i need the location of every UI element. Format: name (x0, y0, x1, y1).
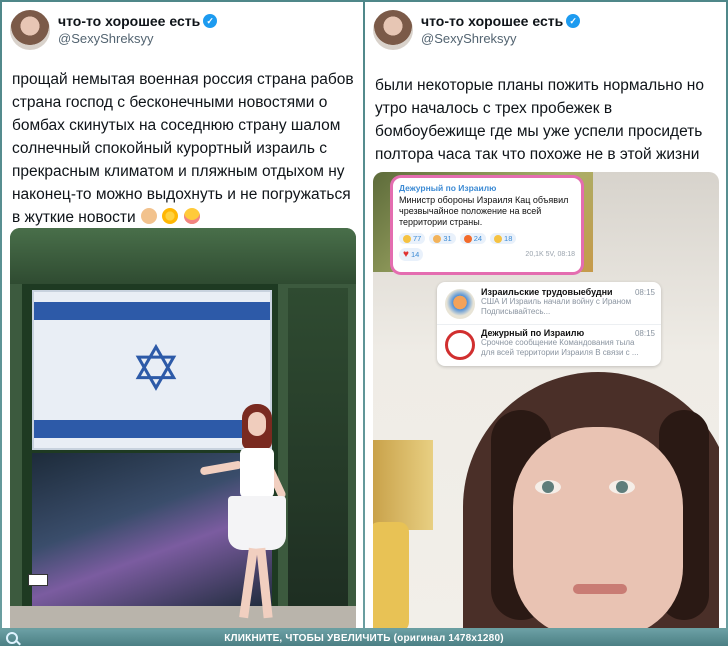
tweet-header: что-то хорошее есть ✓ @SexyShreksyy (373, 8, 581, 52)
enlarge-link[interactable]: КЛИКНИТЕ, ЧТОБЫ УВЕЛИЧИТЬ (оригинал 1478… (224, 633, 504, 644)
woman-figure (199, 404, 296, 624)
tweet-photo: Дежурный по Израилю Министр обороны Изра… (373, 172, 719, 628)
scream-icon (403, 234, 411, 243)
fire-icon (463, 234, 472, 243)
telegram-post-card: Дежурный по Израилю Министр обороны Изра… (393, 178, 581, 272)
folded-hands-icon (140, 208, 157, 224)
cry-icon (494, 234, 503, 243)
channel-avatar (445, 289, 475, 319)
handle: @SexyShreksyy (421, 31, 517, 46)
left-tweet-panel: что-то хорошее есть ✓ @SexyShreksyy прощ… (2, 2, 363, 628)
tweet-text: прощай немытая военная россия страна раб… (12, 71, 354, 226)
reaction-fire: 24 (459, 233, 487, 244)
tweet-text: были некоторые планы пожить нормально но… (375, 77, 704, 163)
right-tweet-panel: что-то хорошее есть ✓ @SexyShreksyy были… (365, 2, 726, 628)
door-sign (28, 574, 48, 586)
handle: @SexyShreksyy (58, 31, 154, 46)
heart-icon: ♥ (403, 249, 409, 260)
magnifier-icon[interactable] (6, 632, 18, 644)
verified-badge-icon: ✓ (566, 14, 581, 28)
tweet-photo: ✡ (10, 228, 356, 628)
display-name: что-то хорошее есть (421, 13, 564, 29)
list-item[interactable]: Израильские трудовыебудни 08:15 США И Из… (437, 284, 661, 324)
reaction-thumbs-up: 31 (429, 233, 456, 244)
smiling-hearts-icon (183, 208, 200, 224)
reaction-heart: ♥ 14 (399, 248, 424, 261)
display-name: что-то хорошее есть (58, 13, 201, 29)
thumbs-up-icon (433, 234, 442, 243)
reaction-cry: 18 (490, 233, 517, 244)
avatar (373, 10, 413, 50)
post-views: 20,1K 5V, 08:18 (525, 251, 575, 258)
star-of-david-icon: ✡ (130, 335, 182, 404)
avatar (10, 10, 50, 50)
tweet-header: что-то хорошее есть ✓ @SexyShreksyy (10, 8, 218, 52)
face (513, 427, 683, 628)
reaction-scream: 77 (399, 233, 426, 244)
reactions-row: 77 31 24 18 (399, 233, 575, 244)
list-item[interactable]: Дежурный по Израилю 08:15 Срочное сообще… (437, 324, 661, 364)
verified-badge-icon: ✓ (203, 14, 218, 28)
post-channel-name: Дежурный по Израилю (399, 183, 497, 193)
sun-icon (162, 208, 179, 224)
post-body: Министр обороны Израиля Кац объявил чрез… (399, 195, 569, 227)
chat-list: Израильские трудовыебудни 08:15 США И Из… (437, 282, 661, 366)
channel-avatar (445, 330, 475, 360)
enlarge-bar[interactable]: КЛИКНИТЕ, ЧТОБЫ УВЕЛИЧИТЬ (оригинал 1478… (0, 630, 728, 646)
